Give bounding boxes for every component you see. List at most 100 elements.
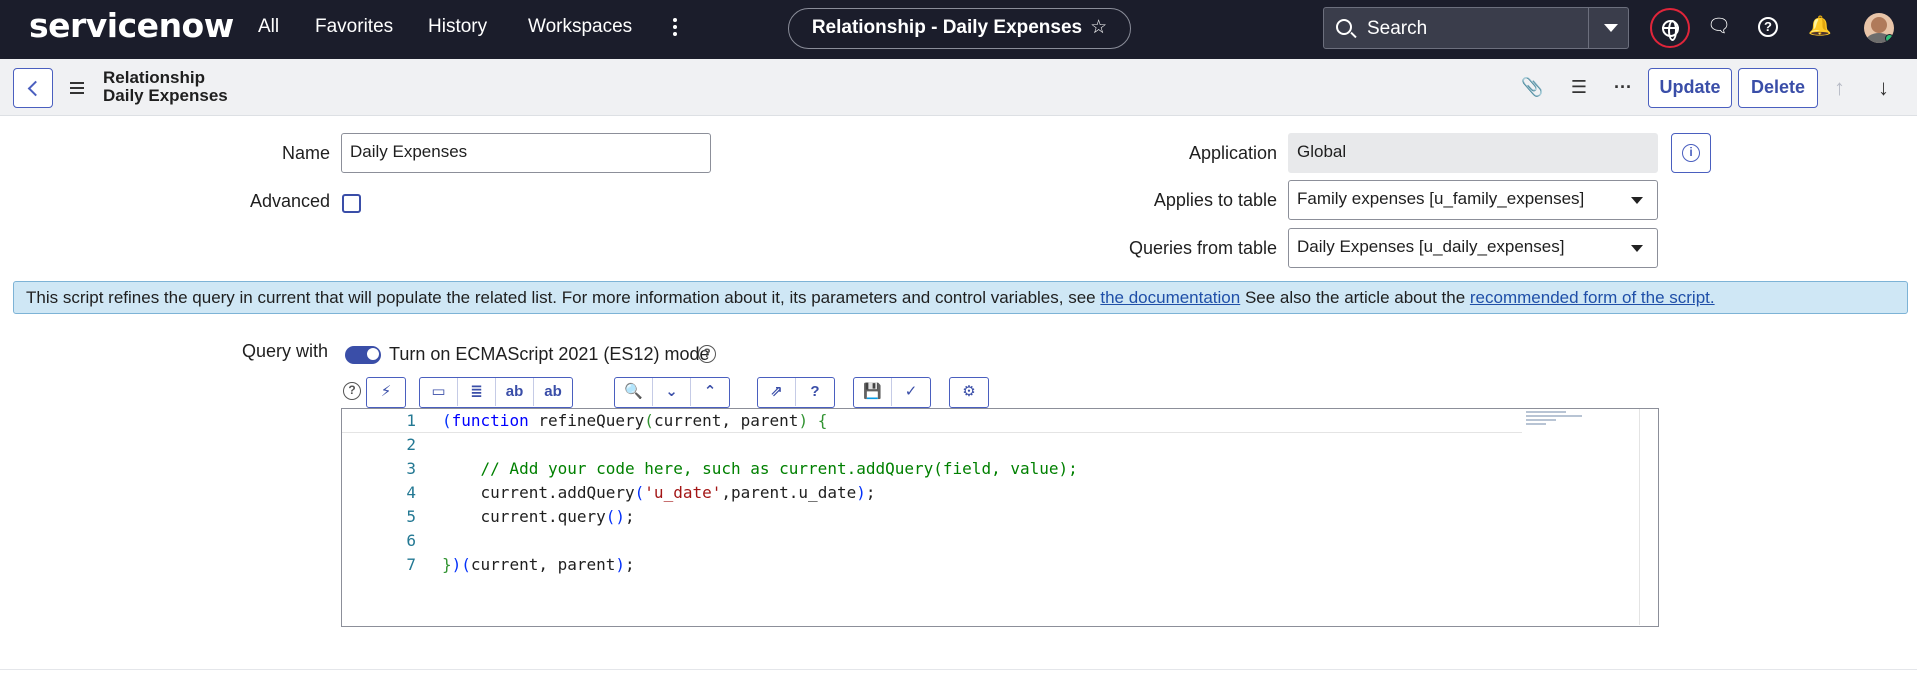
help-icon[interactable]: ? — [698, 345, 716, 363]
record-name: Daily Expenses — [103, 86, 228, 105]
arrow-down-icon[interactable]: ↓ — [1878, 75, 1889, 101]
chevron-down-icon[interactable] — [1604, 24, 1618, 32]
check-syntax-icon[interactable]: ✓ — [892, 378, 930, 406]
toolbar-group-debug: ⚙ — [949, 377, 989, 408]
fullscreen-icon[interactable]: ⇗ — [758, 378, 796, 406]
code-text: // Add your code here, such as current.a… — [480, 459, 1078, 478]
code-text: })(current, parent); — [442, 555, 635, 574]
applies-to-table-value: Family expenses [u_family_expenses] — [1297, 189, 1585, 208]
es12-toggle-label: Turn on ECMAScript 2021 (ES12) mode — [389, 344, 710, 364]
global-search[interactable]: Search — [1323, 7, 1629, 49]
query-with-label: Query with — [241, 341, 328, 361]
line-number: 6 — [406, 531, 416, 550]
bell-icon[interactable]: 🔔 — [1807, 14, 1833, 40]
code-line: 5 current.query(); — [342, 505, 1522, 529]
es12-toggle[interactable] — [345, 346, 381, 364]
code-line: 3 // Add your code here, such as current… — [342, 457, 1522, 481]
more-menu-icon[interactable] — [668, 16, 682, 40]
status-dot — [1885, 34, 1894, 43]
search-icon[interactable]: 🔍 — [615, 378, 653, 406]
nav-favorites[interactable]: Favorites — [315, 16, 393, 38]
line-number: 2 — [406, 435, 416, 454]
save-icon[interactable]: 💾 — [854, 378, 892, 406]
advanced-checkbox[interactable] — [342, 194, 361, 213]
update-button[interactable]: Update — [1648, 68, 1732, 108]
search-icon — [1336, 19, 1352, 35]
info-notice: This script refines the query in current… — [13, 281, 1908, 314]
toolbar-group-view: ⇗ ? — [757, 377, 835, 408]
chevron-up-icon[interactable]: ⌃ — [691, 378, 729, 406]
toolbar-group-comment: ▭ ≣ ab ab — [419, 377, 573, 408]
help-icon[interactable]: ? — [796, 378, 834, 406]
record-type: Relationship — [103, 68, 206, 87]
servicenow-logo[interactable]: servicenow — [29, 6, 234, 45]
scope-picker-button[interactable] — [1650, 8, 1690, 48]
format-code-icon[interactable]: ≣ — [458, 378, 496, 406]
code-line: 1 (function refineQuery(current, parent) … — [342, 409, 1522, 433]
toolbar-group-search: 🔍 ⌄ ⌃ — [614, 377, 730, 408]
search-input[interactable]: Search — [1367, 18, 1427, 40]
line-number: 3 — [406, 459, 416, 478]
chevron-down-icon[interactable]: ⌄ — [653, 378, 691, 406]
line-number: 5 — [406, 507, 416, 526]
queries-from-table-select[interactable]: Daily Expenses [u_daily_expenses] — [1288, 228, 1658, 268]
applies-to-table-select[interactable]: Family expenses [u_family_expenses] — [1288, 180, 1658, 220]
replace-all-icon[interactable]: ab — [534, 378, 572, 406]
code-line: 6 — [342, 529, 1522, 553]
code-line: 4 current.addQuery('u_date',parent.u_dat… — [342, 481, 1522, 505]
arrow-up-icon[interactable]: ↑ — [1834, 75, 1845, 101]
toolbar-group-format: ⚡ — [366, 377, 406, 408]
applies-to-table-label: Applies to table — [1153, 190, 1277, 210]
nav-history[interactable]: History — [428, 16, 487, 38]
application-label: Application — [1188, 143, 1277, 163]
nav-all[interactable]: All — [258, 16, 279, 38]
dropdown-arrow-icon — [1631, 245, 1643, 252]
globe-icon — [1662, 20, 1679, 41]
comment-icon[interactable]: ▭ — [420, 378, 458, 406]
dropdown-arrow-icon — [1631, 197, 1643, 204]
info-button[interactable]: i — [1671, 133, 1711, 173]
recommended-form-link[interactable]: recommended form of the script. — [1470, 288, 1715, 307]
sliders-icon[interactable]: ☰ — [1568, 76, 1590, 98]
notice-text: This script refines the query in current… — [26, 288, 1101, 307]
advanced-label: Advanced — [249, 191, 330, 211]
line-number: 1 — [406, 411, 416, 430]
context-title-text: Relationship - Daily Expenses — [811, 17, 1083, 38]
nav-workspaces[interactable]: Workspaces — [528, 16, 632, 38]
delete-button[interactable]: Delete — [1738, 68, 1818, 108]
help-icon[interactable]: ? — [1758, 17, 1778, 37]
code-line: 2 — [342, 433, 1522, 457]
documentation-link[interactable]: the documentation — [1100, 288, 1240, 307]
paperclip-icon[interactable]: 📎 — [1521, 76, 1543, 98]
line-number: 4 — [406, 483, 416, 502]
code-minimap[interactable] — [1526, 411, 1586, 431]
menu-icon[interactable] — [70, 82, 84, 94]
line-number: 7 — [406, 555, 416, 574]
debug-icon[interactable]: ⚙ — [950, 378, 988, 406]
script-editor[interactable]: 1 (function refineQuery(current, parent) … — [341, 408, 1659, 627]
form-header: Relationship Daily Expenses 📎 ☰ ··· Upda… — [0, 59, 1917, 116]
code-line: 7 })(current, parent); — [342, 553, 1522, 577]
search-divider — [1588, 8, 1589, 48]
name-label: Name — [281, 143, 330, 163]
info-icon: i — [1682, 144, 1700, 162]
divider — [0, 669, 1917, 670]
back-button[interactable] — [13, 68, 53, 108]
top-nav: servicenow All Favorites History Workspa… — [0, 0, 1917, 59]
context-title[interactable]: Relationship - Daily Expenses ☆ — [788, 8, 1131, 49]
more-options-icon[interactable]: ··· — [1612, 76, 1634, 98]
code-text: (function refineQuery(current, parent) { — [442, 411, 828, 430]
replace-icon[interactable]: ab — [496, 378, 534, 406]
application-field: Global — [1288, 133, 1658, 173]
toolbar-group-save: 💾 ✓ — [853, 377, 931, 408]
chat-icon[interactable]: 🗨 — [1706, 14, 1732, 40]
avatar[interactable] — [1864, 13, 1894, 43]
queries-from-table-value: Daily Expenses [u_daily_expenses] — [1297, 237, 1565, 256]
editor-scrollbar[interactable] — [1639, 409, 1640, 625]
help-icon[interactable]: ? — [343, 382, 361, 400]
code-text: current.addQuery('u_date',parent.u_date)… — [442, 483, 876, 502]
code-text: current.query(); — [442, 507, 635, 526]
star-icon[interactable]: ☆ — [1090, 17, 1107, 38]
name-field[interactable]: Daily Expenses — [341, 133, 711, 173]
toggle-syntax-icon[interactable]: ⚡ — [367, 378, 405, 406]
